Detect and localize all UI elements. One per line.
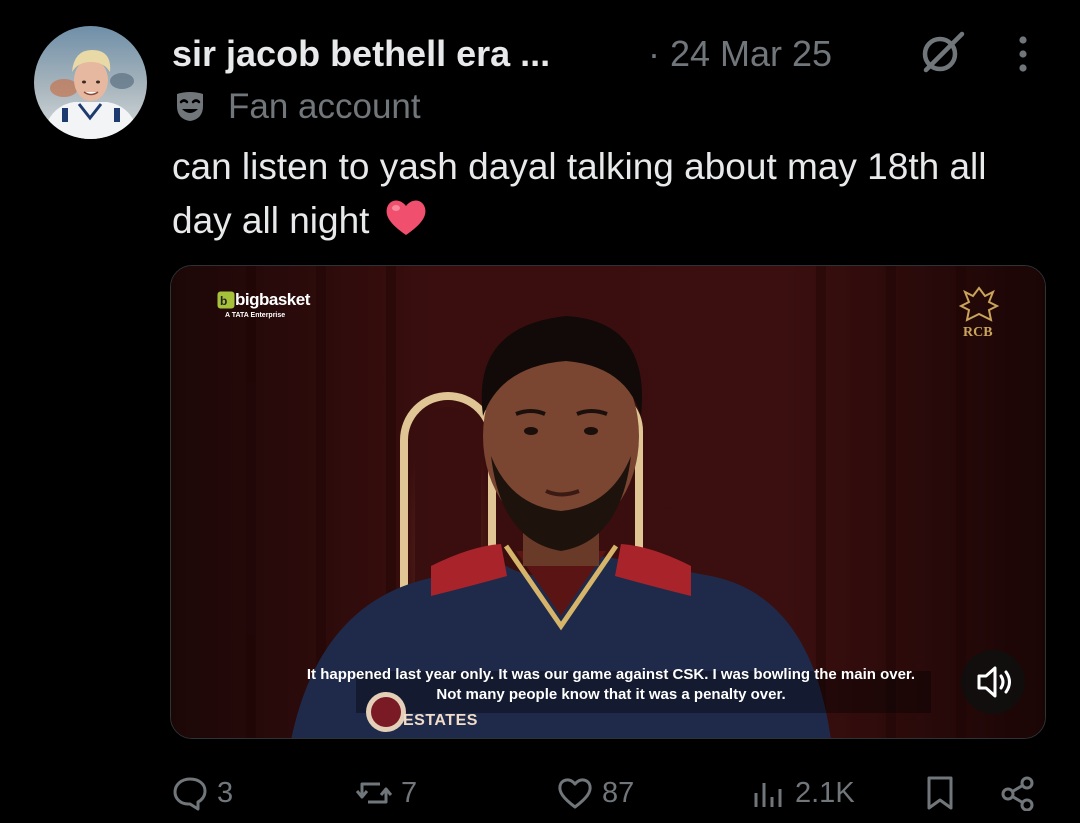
views-count: 2.1K bbox=[795, 776, 855, 809]
share-button[interactable] bbox=[1000, 770, 1036, 816]
bookmark-icon bbox=[927, 776, 953, 810]
heart-emoji-icon bbox=[386, 200, 426, 235]
avatar-photo bbox=[34, 26, 147, 139]
share-icon bbox=[1001, 776, 1034, 811]
rcb-logo: RCB bbox=[958, 286, 1000, 340]
heart-icon bbox=[558, 778, 592, 809]
shirt-sponsor-text: ESTATES bbox=[403, 712, 478, 729]
views-button[interactable]: 2.1K bbox=[750, 770, 855, 816]
like-button[interactable]: 87 bbox=[557, 770, 634, 816]
reply-button[interactable]: 3 bbox=[172, 770, 233, 816]
reply-count: 3 bbox=[217, 776, 234, 809]
svg-text:RCB: RCB bbox=[963, 325, 993, 340]
theater-mask-icon bbox=[177, 92, 203, 121]
reply-icon bbox=[173, 777, 207, 811]
video-player[interactable]: b bigbasket A TATA Enterprise RCB It hap… bbox=[170, 265, 1046, 739]
caption-line-2: Not many people know that it was a penal… bbox=[436, 686, 786, 703]
repost-button[interactable]: 7 bbox=[356, 770, 417, 816]
more-options-icon[interactable] bbox=[1012, 34, 1034, 74]
bigbasket-logo: b bigbasket A TATA Enterprise bbox=[217, 290, 310, 319]
display-name[interactable]: sir jacob bethell era ... bbox=[172, 33, 550, 75]
bigbasket-mark-icon: b bbox=[217, 291, 235, 309]
bigbasket-text: bigbasket bbox=[235, 290, 310, 309]
bigbasket-subtitle: A TATA Enterprise bbox=[225, 312, 286, 319]
grok-icon[interactable] bbox=[912, 30, 968, 74]
fan-account-label: Fan account bbox=[228, 87, 421, 126]
svg-text:b: b bbox=[220, 294, 227, 308]
caption-line-1: It happened last year only. It was our g… bbox=[306, 666, 916, 683]
tweet-actions: 3 7 87 2.1K bbox=[0, 770, 1080, 820]
views-chart-icon bbox=[754, 783, 782, 807]
tweet-body: can listen to yash dayal talking about m… bbox=[172, 146, 987, 241]
repost-count: 7 bbox=[401, 776, 418, 809]
tweet-text: can listen to yash dayal talking about m… bbox=[172, 140, 1052, 248]
unmute-button[interactable] bbox=[961, 650, 1025, 714]
avatar[interactable] bbox=[34, 26, 147, 139]
like-count: 87 bbox=[602, 776, 635, 809]
tweet-date[interactable]: · 24 Mar 25 bbox=[648, 33, 832, 75]
bookmark-button[interactable] bbox=[922, 770, 958, 816]
repost-icon bbox=[356, 782, 392, 804]
speaker-icon bbox=[977, 666, 1011, 698]
